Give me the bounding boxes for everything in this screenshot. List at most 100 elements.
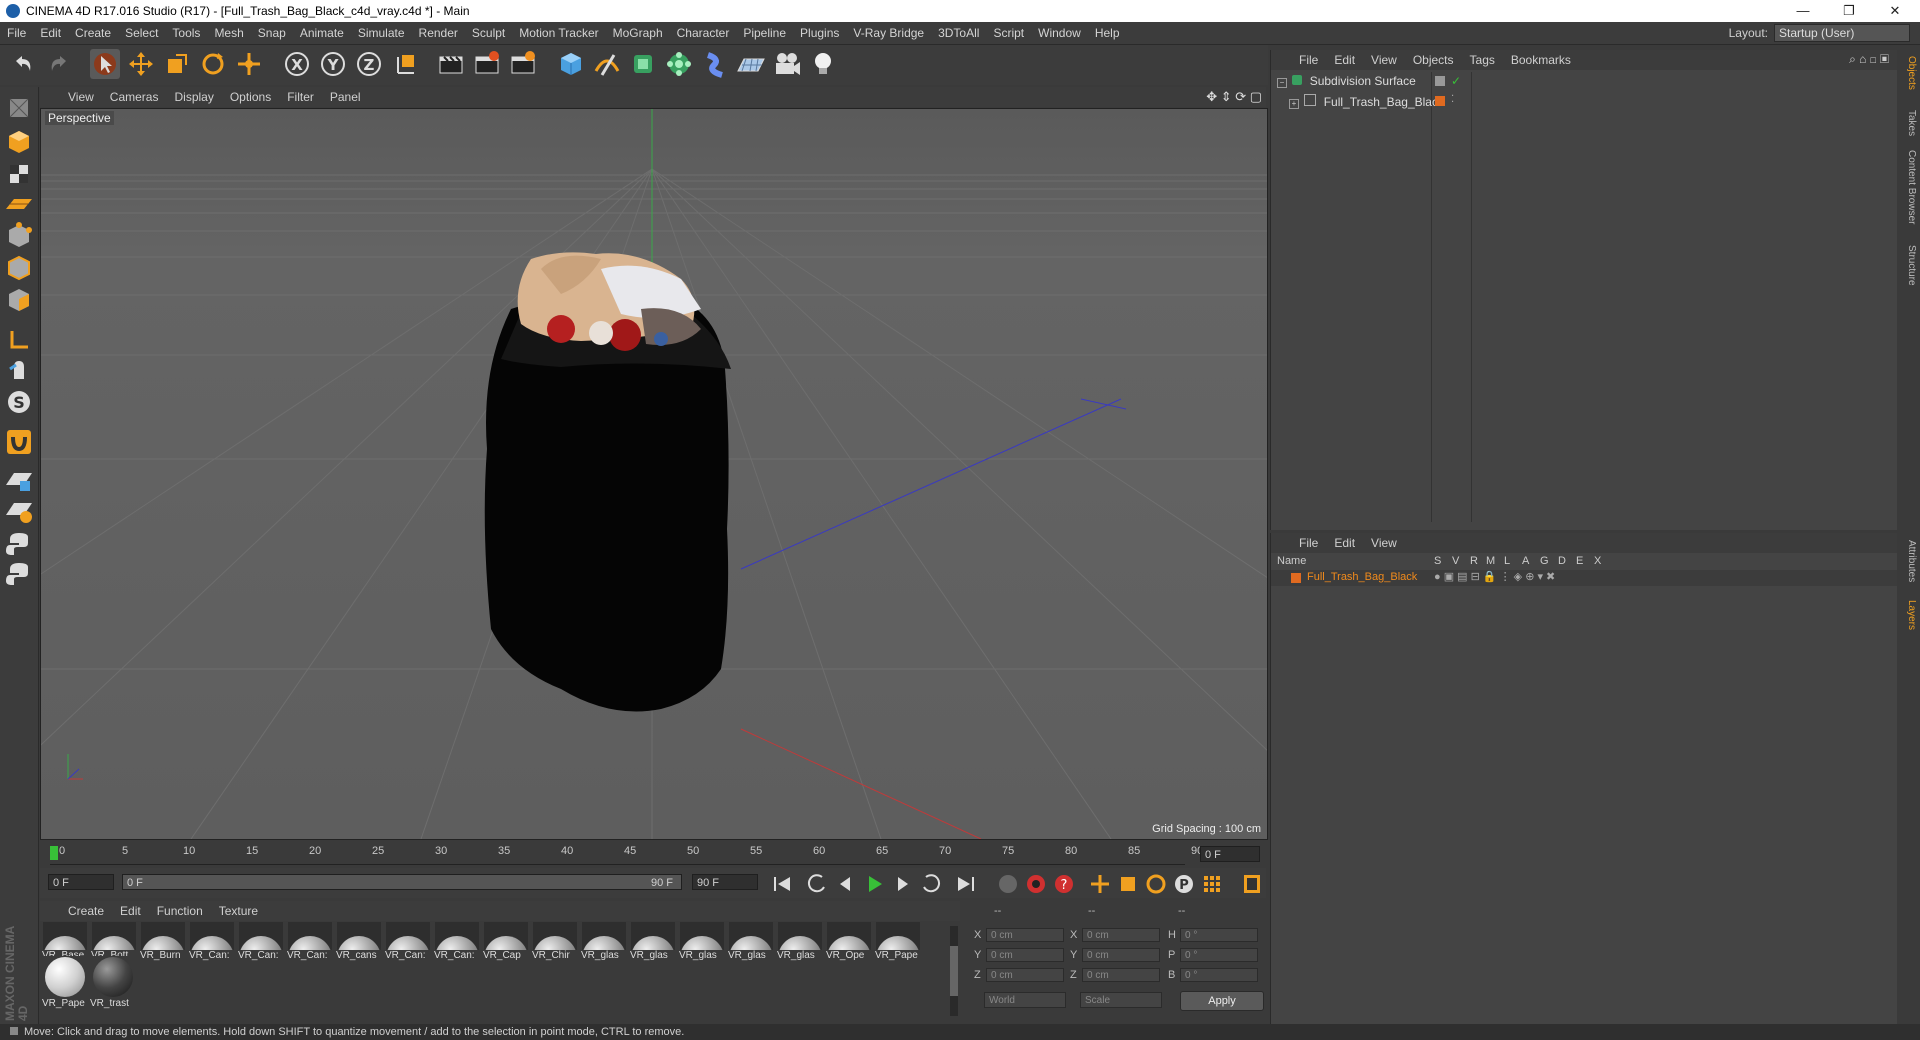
go-to-end-icon[interactable] xyxy=(954,872,978,896)
material-swatch[interactable]: VR_Burn xyxy=(140,922,186,970)
move-icon[interactable] xyxy=(126,49,156,79)
workplane-icon[interactable] xyxy=(4,189,34,219)
layout-dropdown[interactable]: Startup (User) xyxy=(1774,24,1910,42)
menu-sculpt[interactable]: Sculpt xyxy=(465,22,512,44)
material-scrollbar[interactable] xyxy=(950,926,958,1016)
pos-y-field[interactable]: 0 cm xyxy=(986,948,1064,962)
lock-grid-icon[interactable] xyxy=(4,465,34,495)
scale-icon[interactable] xyxy=(162,49,192,79)
autokey-icon[interactable]: ? xyxy=(1052,872,1076,896)
menu-file[interactable]: File xyxy=(0,22,33,44)
preview-range-slider[interactable]: 0 F 90 F xyxy=(122,874,682,890)
key-parameter-icon[interactable]: P xyxy=(1172,872,1196,896)
obj-menu-edit[interactable]: Edit xyxy=(1326,50,1363,70)
y-axis-icon[interactable]: Y xyxy=(318,49,348,79)
edges-mode-icon[interactable] xyxy=(4,253,34,283)
object-name[interactable]: Subdivision Surface xyxy=(1310,74,1416,88)
record-disabled-icon[interactable] xyxy=(996,872,1020,896)
layer-menu-edit[interactable]: Edit xyxy=(1326,533,1363,553)
visibility-dots-icon[interactable]: ⁚ xyxy=(1451,94,1454,105)
start-frame-field[interactable]: 0 F xyxy=(48,874,114,890)
menu-render[interactable]: Render xyxy=(412,22,465,44)
obj-menu-tags[interactable]: Tags xyxy=(1462,50,1503,70)
camera-icon[interactable] xyxy=(772,49,802,79)
model-mode-icon[interactable] xyxy=(4,127,34,157)
make-editable-icon[interactable] xyxy=(4,93,34,123)
layer-color-swatch[interactable] xyxy=(1291,573,1301,583)
layer-row[interactable]: Full_Trash_Bag_Black ● ▣ ▤ ⊟ 🔒 ⋮ ◈ ⊕ ▾ ✖ xyxy=(1271,570,1897,586)
coordinate-mode-dropdown[interactable]: World xyxy=(984,992,1066,1008)
python-script-icon[interactable] xyxy=(4,559,34,589)
obj-menu-bookmarks[interactable]: Bookmarks xyxy=(1503,50,1579,70)
key-rotation-icon[interactable] xyxy=(1144,872,1168,896)
side-tab-layers[interactable]: Layers xyxy=(1901,600,1917,630)
mograph-cloner-icon[interactable] xyxy=(664,49,694,79)
rotate-icon[interactable] xyxy=(198,49,228,79)
live-selection-icon[interactable] xyxy=(234,49,264,79)
menu-help[interactable]: Help xyxy=(1088,22,1127,44)
close-button[interactable]: ✕ xyxy=(1872,0,1918,22)
material-swatch[interactable]: VR_Pape xyxy=(42,956,88,1009)
menu-pipeline[interactable]: Pipeline xyxy=(736,22,793,44)
camera-label[interactable]: Perspective xyxy=(45,111,114,125)
pen-spline-icon[interactable] xyxy=(592,49,622,79)
render-picture-viewer-icon[interactable] xyxy=(472,49,502,79)
material-swatch[interactable]: VR_glas xyxy=(777,922,823,970)
menu-character[interactable]: Character xyxy=(670,22,737,44)
magnet-icon[interactable] xyxy=(4,427,34,457)
material-swatch[interactable]: VR_Chir xyxy=(532,922,578,970)
expand-icon[interactable]: + xyxy=(1289,99,1299,109)
key-scale-icon[interactable] xyxy=(1116,872,1140,896)
floor-icon[interactable] xyxy=(736,49,766,79)
pos-z-field[interactable]: 0 cm xyxy=(986,968,1064,982)
material-swatch[interactable]: VR_Ope xyxy=(826,922,872,970)
menu-edit[interactable]: Edit xyxy=(33,22,68,44)
side-tab-objects[interactable]: Objects xyxy=(1901,56,1917,90)
side-tab-content-browser[interactable]: Content Browser xyxy=(1901,150,1917,224)
object-row[interactable]: − Subdivision Surface ✓ xyxy=(1277,74,1887,90)
rot-p-field[interactable]: 0 ° xyxy=(1180,948,1258,962)
material-swatch[interactable]: VR_Can: xyxy=(238,922,284,970)
layer-color-tag[interactable] xyxy=(1435,96,1445,106)
material-swatch[interactable]: VR_Cap xyxy=(483,922,529,970)
current-frame-field[interactable]: 0 F xyxy=(1200,846,1260,862)
end-frame-field[interactable]: 90 F xyxy=(692,874,758,890)
material-menu-function[interactable]: Function xyxy=(149,901,211,921)
obj-menu-file[interactable]: File xyxy=(1291,50,1326,70)
object-row[interactable]: + Full_Trash_Bag_Black ⁚ xyxy=(1289,94,1889,110)
cube-icon[interactable] xyxy=(556,49,586,79)
rot-b-field[interactable]: 0 ° xyxy=(1180,968,1258,982)
x-axis-icon[interactable]: X xyxy=(282,49,312,79)
tweak-mode-icon[interactable] xyxy=(4,355,34,385)
viewport-menu-panel[interactable]: Panel xyxy=(322,87,369,107)
material-swatch[interactable]: VR_trast xyxy=(90,956,136,1009)
menu-tools[interactable]: Tools xyxy=(165,22,207,44)
pos-x-field[interactable]: 0 cm xyxy=(986,928,1064,942)
obj-menu-objects[interactable]: Objects xyxy=(1405,50,1462,70)
menu-vray-bridge[interactable]: V-Ray Bridge xyxy=(846,22,931,44)
size-x-field[interactable]: 0 cm xyxy=(1082,928,1160,942)
menu-script[interactable]: Script xyxy=(986,22,1031,44)
object-name[interactable]: Full_Trash_Bag_Black xyxy=(1324,95,1444,109)
axis-mode-icon[interactable] xyxy=(4,325,34,355)
undo-icon[interactable] xyxy=(8,49,38,79)
subdivision-surface-icon[interactable] xyxy=(628,49,658,79)
record-keys-icon[interactable] xyxy=(1024,872,1048,896)
menu-create[interactable]: Create xyxy=(68,22,118,44)
viewport-nav-icons[interactable]: ✥ ⇕ ⟳ ▢ xyxy=(1206,89,1262,105)
render-settings-icon[interactable] xyxy=(508,49,538,79)
playhead[interactable] xyxy=(50,846,58,860)
menu-simulate[interactable]: Simulate xyxy=(351,22,412,44)
apply-button[interactable]: Apply xyxy=(1180,991,1264,1011)
minimize-button[interactable]: — xyxy=(1780,0,1826,22)
side-tab-structure[interactable]: Structure xyxy=(1901,245,1917,286)
material-swatch[interactable]: VR_Can: xyxy=(189,922,235,970)
menu-3dtoall[interactable]: 3DToAll xyxy=(931,22,986,44)
z-axis-icon[interactable]: Z xyxy=(354,49,384,79)
next-key-icon[interactable] xyxy=(918,872,942,896)
go-to-start-icon[interactable] xyxy=(770,872,794,896)
menu-snap[interactable]: Snap xyxy=(251,22,293,44)
viewport-menu-cameras[interactable]: Cameras xyxy=(102,87,167,107)
material-swatch[interactable]: VR_cans xyxy=(336,922,382,970)
side-tab-takes[interactable]: Takes xyxy=(1901,110,1917,136)
